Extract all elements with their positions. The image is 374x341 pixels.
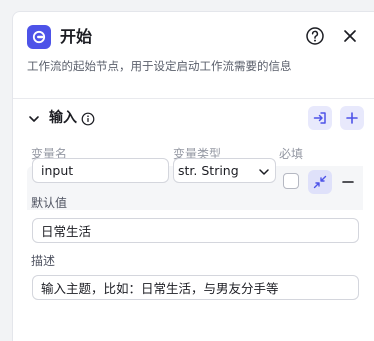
plus-icon	[346, 112, 358, 124]
remove-variable-button[interactable]	[339, 173, 357, 191]
import-button[interactable]	[308, 106, 332, 130]
input-section-header: 输入	[13, 98, 374, 138]
import-icon	[313, 112, 326, 124]
question-circle-icon[interactable]	[305, 26, 325, 46]
collapse-arrows-icon	[313, 175, 327, 189]
close-icon[interactable]	[341, 27, 359, 45]
minus-icon	[342, 181, 354, 183]
default-value-input[interactable]	[32, 218, 359, 243]
column-header-required: 必填	[279, 147, 304, 161]
description-label: 描述	[31, 254, 56, 268]
node-description: 工作流的起始节点，用于设定启动工作流需要的信息	[27, 59, 292, 73]
start-node-panel: 开始 工作流的起始节点，用于设定启动工作流需要的信息 输入 变量名 变量类型 必…	[12, 11, 374, 341]
variable-type-select[interactable]: str. String	[173, 158, 276, 183]
node-title: 开始	[60, 27, 93, 46]
collapse-button[interactable]	[308, 170, 332, 194]
start-node-icon	[27, 25, 51, 49]
default-value-label: 默认值	[31, 196, 68, 210]
variable-name-input[interactable]	[32, 158, 169, 183]
panel-header: 开始 工作流的起始节点，用于设定启动工作流需要的信息	[13, 12, 374, 99]
description-input[interactable]	[32, 275, 359, 300]
chevron-down-icon[interactable]	[27, 111, 41, 125]
add-variable-button[interactable]	[340, 106, 364, 130]
input-section-title: 输入	[49, 110, 77, 126]
variable-type-value: str. String	[178, 163, 239, 178]
required-checkbox[interactable]	[283, 173, 299, 189]
chevron-down-icon	[257, 164, 271, 178]
info-circle-icon[interactable]	[81, 111, 95, 126]
